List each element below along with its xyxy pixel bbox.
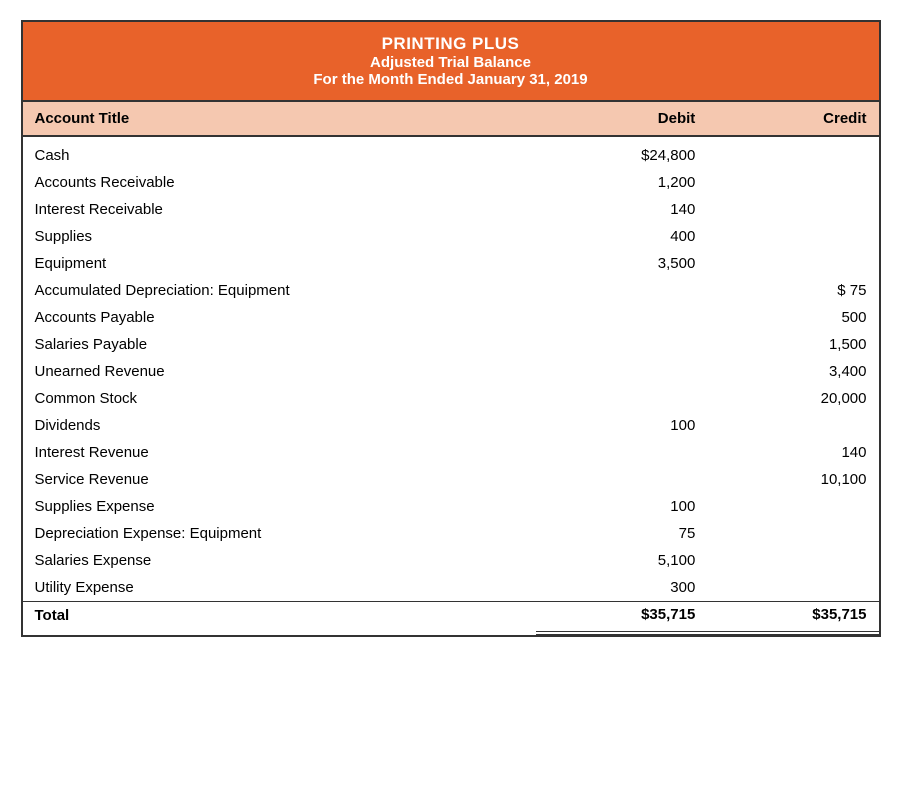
credit-cell: [707, 223, 878, 250]
account-cell: Cash: [23, 136, 537, 169]
table-row: Utility Expense300: [23, 574, 879, 602]
credit-cell: 10,100: [707, 466, 878, 493]
table-row: Service Revenue 10,100: [23, 466, 879, 493]
total-label: Total: [23, 602, 537, 634]
account-cell: Accounts Payable: [23, 304, 537, 331]
credit-cell: [707, 520, 878, 547]
table-row: Salaries Payable 1,500: [23, 331, 879, 358]
account-cell: Utility Expense: [23, 574, 537, 602]
account-cell: Accumulated Depreciation: Equipment: [23, 277, 537, 304]
trial-balance-table: Account Title Debit Credit Cash$24,800Ac…: [23, 102, 879, 635]
credit-cell: [707, 136, 878, 169]
credit-header: Credit: [707, 102, 878, 136]
debit-cell: $24,800: [536, 136, 707, 169]
table-row: Accounts Receivable1,200: [23, 169, 879, 196]
credit-cell: [707, 196, 878, 223]
account-cell: Dividends: [23, 412, 537, 439]
total-debit: $35,715: [536, 602, 707, 634]
credit-cell: [707, 574, 878, 602]
debit-header: Debit: [536, 102, 707, 136]
credit-cell: [707, 547, 878, 574]
credit-cell: 3,400: [707, 358, 878, 385]
table-row: Depreciation Expense: Equipment75: [23, 520, 879, 547]
debit-cell: 75: [536, 520, 707, 547]
total-credit: $35,715: [707, 602, 878, 634]
credit-cell: 1,500: [707, 331, 878, 358]
debit-cell: [536, 331, 707, 358]
account-cell: Supplies: [23, 223, 537, 250]
debit-cell: 400: [536, 223, 707, 250]
report-title: Adjusted Trial Balance: [31, 54, 871, 71]
debit-cell: [536, 466, 707, 493]
debit-cell: [536, 304, 707, 331]
report-period: For the Month Ended January 31, 2019: [31, 71, 871, 88]
credit-cell: 140: [707, 439, 878, 466]
debit-cell: 100: [536, 493, 707, 520]
credit-cell: 20,000: [707, 385, 878, 412]
account-cell: Depreciation Expense: Equipment: [23, 520, 537, 547]
account-title-header: Account Title: [23, 102, 537, 136]
table-row: Accounts Payable 500: [23, 304, 879, 331]
table-row: Accumulated Depreciation: Equipment $ 75: [23, 277, 879, 304]
table-row: Unearned Revenue 3,400: [23, 358, 879, 385]
table-row: Interest Revenue 140: [23, 439, 879, 466]
debit-cell: 1,200: [536, 169, 707, 196]
table-row: Interest Receivable140: [23, 196, 879, 223]
credit-cell: [707, 493, 878, 520]
total-row: Total$35,715$35,715: [23, 602, 879, 634]
table-row: Salaries Expense5,100: [23, 547, 879, 574]
table-row: Supplies Expense100: [23, 493, 879, 520]
account-cell: Service Revenue: [23, 466, 537, 493]
credit-cell: [707, 412, 878, 439]
debit-cell: 140: [536, 196, 707, 223]
table-row: Supplies400: [23, 223, 879, 250]
debit-cell: 300: [536, 574, 707, 602]
account-cell: Interest Revenue: [23, 439, 537, 466]
report-header: PRINTING PLUS Adjusted Trial Balance For…: [23, 22, 879, 102]
account-cell: Salaries Payable: [23, 331, 537, 358]
account-cell: Common Stock: [23, 385, 537, 412]
account-cell: Unearned Revenue: [23, 358, 537, 385]
table-row: Dividends100: [23, 412, 879, 439]
debit-cell: [536, 277, 707, 304]
table-header-row: Account Title Debit Credit: [23, 102, 879, 136]
debit-cell: [536, 385, 707, 412]
account-cell: Accounts Receivable: [23, 169, 537, 196]
account-cell: Salaries Expense: [23, 547, 537, 574]
account-cell: Interest Receivable: [23, 196, 537, 223]
credit-cell: $ 75: [707, 277, 878, 304]
debit-cell: 3,500: [536, 250, 707, 277]
table-row: Cash$24,800: [23, 136, 879, 169]
credit-cell: [707, 250, 878, 277]
report-container: PRINTING PLUS Adjusted Trial Balance For…: [21, 20, 881, 637]
debit-cell: [536, 439, 707, 466]
table-row: Common Stock 20,000: [23, 385, 879, 412]
debit-cell: [536, 358, 707, 385]
debit-cell: 100: [536, 412, 707, 439]
debit-cell: 5,100: [536, 547, 707, 574]
credit-cell: [707, 169, 878, 196]
credit-cell: 500: [707, 304, 878, 331]
account-cell: Supplies Expense: [23, 493, 537, 520]
company-name: PRINTING PLUS: [31, 34, 871, 54]
account-cell: Equipment: [23, 250, 537, 277]
table-row: Equipment3,500: [23, 250, 879, 277]
